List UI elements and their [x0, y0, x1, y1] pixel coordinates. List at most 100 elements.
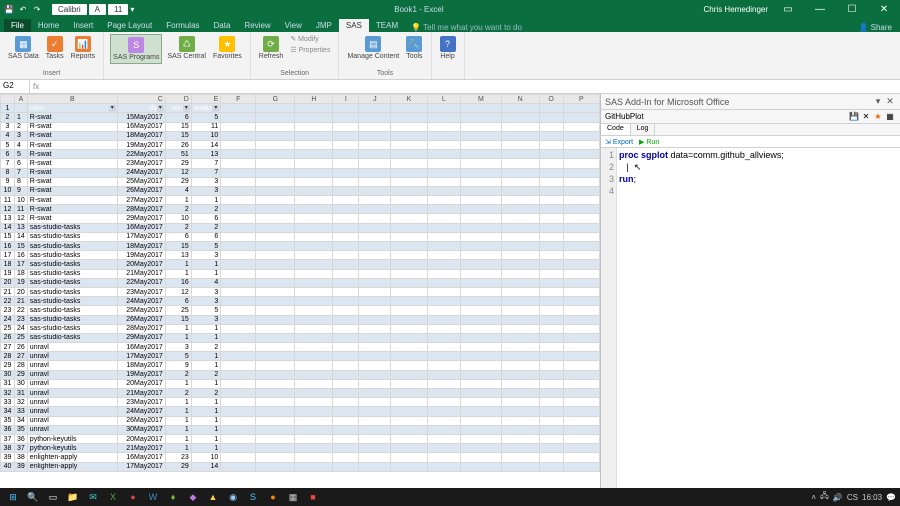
- cell[interactable]: [295, 251, 333, 260]
- cell[interactable]: [359, 343, 391, 352]
- cell[interactable]: [501, 425, 539, 434]
- cell[interactable]: 5: [165, 352, 191, 361]
- cell[interactable]: [461, 131, 502, 140]
- cell[interactable]: [295, 177, 333, 186]
- row-header[interactable]: 18: [1, 260, 15, 269]
- cell[interactable]: [333, 297, 359, 306]
- cell[interactable]: 16May2017: [117, 122, 165, 131]
- cell[interactable]: 1: [191, 324, 221, 333]
- cell[interactable]: [221, 122, 256, 131]
- cell[interactable]: 22May2017: [117, 150, 165, 159]
- cell[interactable]: [501, 462, 539, 471]
- cell[interactable]: [333, 343, 359, 352]
- cell[interactable]: 21: [15, 297, 28, 306]
- cell[interactable]: 1: [191, 379, 221, 388]
- cell[interactable]: [391, 223, 427, 232]
- cell[interactable]: [256, 379, 295, 388]
- cell[interactable]: [391, 444, 427, 453]
- cell[interactable]: [333, 434, 359, 443]
- cell[interactable]: [563, 223, 599, 232]
- cell[interactable]: 1: [165, 260, 191, 269]
- cell[interactable]: 15: [15, 242, 28, 251]
- tray-network-icon[interactable]: 🖧: [820, 490, 829, 504]
- cell[interactable]: [461, 297, 502, 306]
- cell[interactable]: 3: [191, 186, 221, 195]
- cell[interactable]: 24May2017: [117, 407, 165, 416]
- code-line[interactable]: | ↖: [619, 162, 898, 174]
- taskbar-app[interactable]: S: [244, 490, 262, 504]
- cell[interactable]: [295, 462, 333, 471]
- cell[interactable]: [295, 140, 333, 149]
- cell[interactable]: [295, 196, 333, 205]
- cell[interactable]: [295, 297, 333, 306]
- cell[interactable]: [333, 370, 359, 379]
- maximize-button[interactable]: ☐: [840, 4, 864, 15]
- cell[interactable]: unravl: [27, 370, 117, 379]
- cell[interactable]: [427, 122, 460, 131]
- cell[interactable]: [359, 434, 391, 443]
- cell[interactable]: [391, 177, 427, 186]
- cell[interactable]: [221, 352, 256, 361]
- cell[interactable]: [539, 324, 563, 333]
- cell[interactable]: [295, 186, 333, 195]
- cell[interactable]: [539, 242, 563, 251]
- cell[interactable]: 13: [15, 223, 28, 232]
- cell[interactable]: [427, 150, 460, 159]
- cell[interactable]: 3: [191, 287, 221, 296]
- cell[interactable]: [563, 324, 599, 333]
- row-header[interactable]: 5: [1, 140, 15, 149]
- cell[interactable]: [391, 205, 427, 214]
- cell[interactable]: [221, 214, 256, 223]
- cell[interactable]: [427, 131, 460, 140]
- cell[interactable]: [221, 186, 256, 195]
- cell[interactable]: 1: [191, 425, 221, 434]
- cell[interactable]: [221, 196, 256, 205]
- row-header[interactable]: 38: [1, 444, 15, 453]
- cell[interactable]: [539, 223, 563, 232]
- cell[interactable]: [427, 398, 460, 407]
- cell[interactable]: [501, 416, 539, 425]
- cell[interactable]: [539, 370, 563, 379]
- sas-tab-code[interactable]: Code: [601, 124, 631, 135]
- cell[interactable]: [461, 168, 502, 177]
- cell[interactable]: [359, 232, 391, 241]
- col-header[interactable]: K: [391, 95, 427, 104]
- row-header[interactable]: 12: [1, 205, 15, 214]
- cell[interactable]: 16: [15, 251, 28, 260]
- row-header[interactable]: 30: [1, 370, 15, 379]
- help-button[interactable]: ?Help: [438, 34, 458, 62]
- cell[interactable]: [427, 462, 460, 471]
- cell[interactable]: [359, 269, 391, 278]
- cell[interactable]: R-swat: [27, 159, 117, 168]
- cell[interactable]: [333, 232, 359, 241]
- task-view-icon[interactable]: ▭: [44, 490, 62, 504]
- cell[interactable]: [501, 297, 539, 306]
- cell[interactable]: [221, 251, 256, 260]
- cell[interactable]: [391, 324, 427, 333]
- table-header-uniques[interactable]: uniques▾: [191, 104, 221, 113]
- cell[interactable]: [427, 343, 460, 352]
- cell[interactable]: [256, 113, 295, 122]
- cell[interactable]: 36: [15, 434, 28, 443]
- cell[interactable]: [333, 306, 359, 315]
- cell[interactable]: [333, 361, 359, 370]
- cell[interactable]: 24May2017: [117, 168, 165, 177]
- cell[interactable]: [563, 177, 599, 186]
- cell[interactable]: enlighten-apply: [27, 462, 117, 471]
- row-header[interactable]: 37: [1, 434, 15, 443]
- cell[interactable]: 15: [165, 122, 191, 131]
- cell[interactable]: [461, 379, 502, 388]
- taskbar-app[interactable]: ✉: [84, 490, 102, 504]
- cell[interactable]: [391, 278, 427, 287]
- taskbar-app[interactable]: ●: [124, 490, 142, 504]
- cell[interactable]: [539, 113, 563, 122]
- cell[interactable]: [539, 416, 563, 425]
- cell[interactable]: 17: [15, 260, 28, 269]
- cell[interactable]: [359, 398, 391, 407]
- cell[interactable]: [256, 159, 295, 168]
- cell[interactable]: [563, 269, 599, 278]
- cell[interactable]: [427, 113, 460, 122]
- cell[interactable]: 2: [191, 370, 221, 379]
- tab-team[interactable]: TEAM: [369, 19, 405, 32]
- cell[interactable]: 10: [191, 453, 221, 462]
